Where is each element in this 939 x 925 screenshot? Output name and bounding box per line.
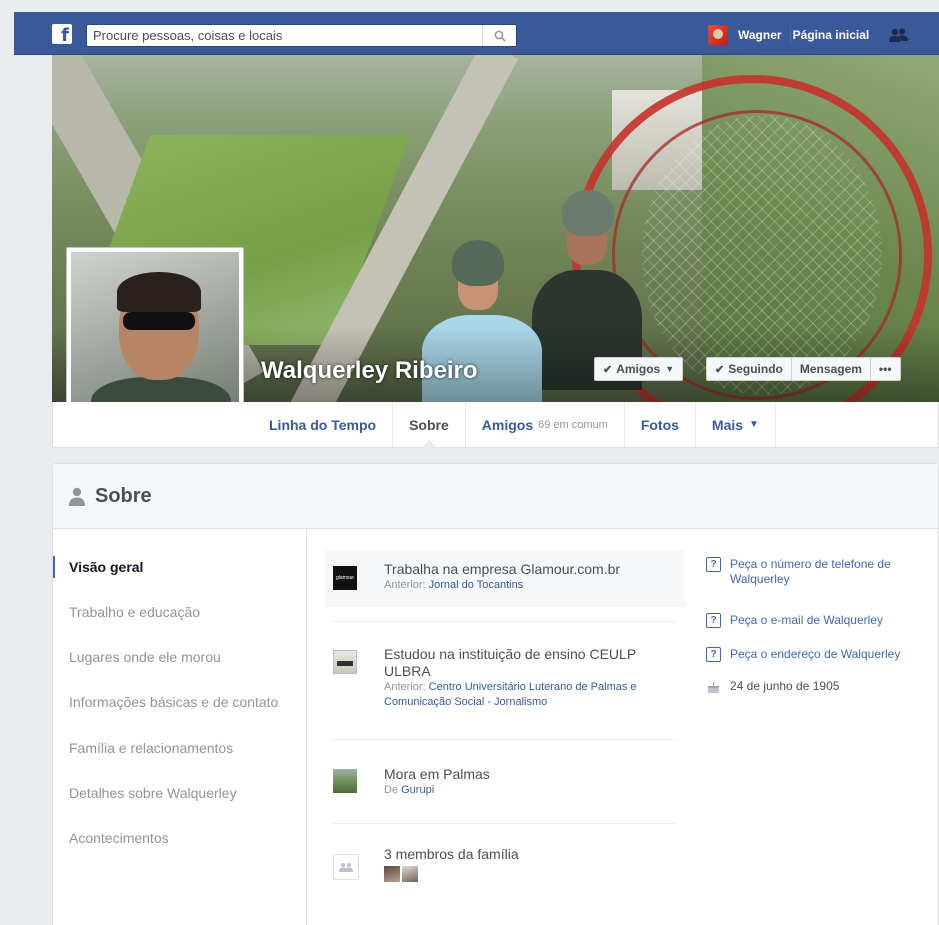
friends-button-label: Amigos (616, 362, 661, 376)
question-icon: ? (706, 647, 721, 662)
page-left-gutter (0, 55, 14, 925)
family-members-link[interactable]: 3 membros da família (384, 846, 519, 863)
profile-action-group: ✔ Seguindo Mensagem ••• (706, 357, 901, 381)
divider (333, 621, 677, 622)
about-header: Sobre (53, 464, 938, 529)
profile-tabs: Linha do Tempo Sobre Amigos 69 em comum F… (253, 402, 776, 448)
mutual-friends-count: 69 em comum (538, 418, 608, 431)
nav-contact-info[interactable]: Informações básicas e de contato (69, 694, 278, 710)
search-input[interactable] (87, 25, 477, 46)
message-button[interactable]: Mensagem (790, 357, 871, 381)
birthday-item: 24 de junho de 1905 (706, 679, 839, 694)
more-options-button[interactable]: ••• (869, 357, 901, 381)
birthday-cake-icon (706, 679, 721, 694)
previous-work-link[interactable]: Jornal do Tocantins (429, 579, 524, 591)
home-entry: Mora em Palmas De Gurupi (325, 758, 685, 810)
tab-about[interactable]: Sobre (393, 402, 466, 448)
following-button-label: Seguindo (728, 362, 783, 376)
tab-more[interactable]: Mais ▼ (696, 402, 776, 447)
top-user-links: Wagner Página inicial (708, 23, 909, 47)
check-icon: ✔ (603, 363, 613, 376)
nav-places-lived[interactable]: Lugares onde ele morou (69, 649, 221, 665)
family-member-avatar[interactable] (384, 866, 400, 882)
friend-requests-icon[interactable] (889, 27, 909, 43)
about-nav: Visão geral Trabalho e educação Lugares … (53, 530, 307, 925)
question-icon: ? (706, 613, 721, 628)
nav-details[interactable]: Detalhes sobre Walquerley (69, 785, 237, 801)
nav-overview[interactable]: Visão geral (69, 559, 143, 575)
search-button[interactable] (482, 25, 516, 46)
following-button[interactable]: ✔ Seguindo (706, 357, 792, 381)
about-section: Sobre Visão geral Trabalho e educação Lu… (52, 463, 939, 925)
family-entry: 3 membros da família (325, 842, 685, 902)
home-link[interactable]: Página inicial (791, 25, 878, 45)
family-icon (333, 854, 359, 880)
city-photo-icon[interactable] (333, 769, 357, 793)
chevron-down-icon: ▼ (749, 419, 759, 430)
tab-friends[interactable]: Amigos 69 em comum (466, 402, 625, 447)
search-icon (494, 30, 506, 42)
request-phone-link[interactable]: ? Peça o número de telefone de Walquerle… (706, 557, 930, 587)
request-address-link[interactable]: ? Peça o endereço de Walquerley (706, 647, 900, 662)
divider (333, 739, 677, 740)
search-box (86, 24, 517, 47)
question-icon: ? (706, 557, 721, 572)
friends-button[interactable]: ✔ Amigos ▼ (594, 357, 684, 381)
top-navigation-bar: f Wagner Página inicial (14, 12, 939, 55)
user-avatar[interactable] (708, 25, 728, 45)
request-email-link[interactable]: ? Peça o e-mail de Walquerley (706, 613, 883, 628)
birthday-text: 24 de junho de 1905 (730, 679, 840, 693)
nav-work-education[interactable]: Trabalho e educação (69, 604, 200, 620)
user-profile-link[interactable]: Wagner (736, 25, 791, 45)
chevron-down-icon: ▼ (665, 364, 675, 374)
nav-family-relationships[interactable]: Família e relacionamentos (69, 740, 233, 756)
check-icon: ✔ (715, 363, 725, 376)
tab-photos[interactable]: Fotos (625, 402, 696, 447)
about-overview: glamour Trabalha na empresa Glamour.com.… (308, 530, 938, 925)
hometown-link[interactable]: Gurupi (401, 784, 434, 796)
facebook-logo-icon[interactable]: f (52, 24, 72, 44)
profile-name[interactable]: Walquerley Ribeiro (261, 357, 478, 385)
education-text[interactable]: Estudou na instituição de ensino CEULP U… (384, 646, 684, 680)
work-company-link[interactable]: Glamour.com.br (520, 561, 620, 577)
school-logo-icon[interactable] (333, 650, 357, 674)
divider (333, 823, 677, 824)
nav-life-events[interactable]: Acontecimentos (69, 830, 169, 846)
profile-tab-bar: Linha do Tempo Sobre Amigos 69 em comum F… (52, 402, 939, 448)
education-entry: Estudou na instituição de ensino CEULP U… (325, 640, 685, 720)
more-options-icon: ••• (878, 362, 892, 376)
about-title: Sobre (95, 484, 152, 507)
family-member-avatar[interactable] (402, 866, 418, 882)
message-button-label: Mensagem (799, 362, 862, 376)
work-entry: glamour Trabalha na empresa Glamour.com.… (325, 550, 685, 607)
current-city-link[interactable]: Palmas (443, 766, 490, 782)
person-icon (69, 487, 85, 506)
tab-timeline[interactable]: Linha do Tempo (253, 402, 394, 447)
active-nav-marker (53, 556, 55, 578)
glamour-logo-icon[interactable]: glamour (333, 566, 357, 590)
